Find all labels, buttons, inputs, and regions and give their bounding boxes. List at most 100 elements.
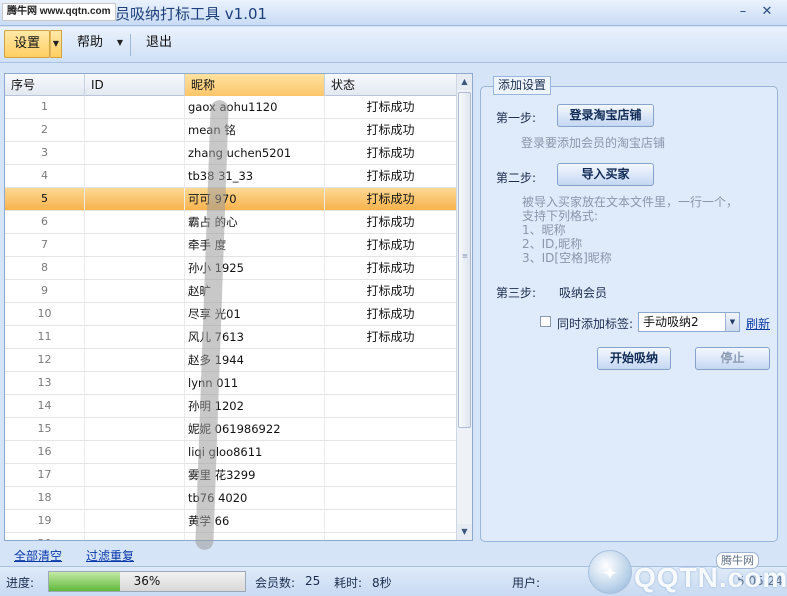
- add-tag-checkbox[interactable]: [540, 316, 551, 327]
- start-button[interactable]: 开始吸纳: [597, 347, 671, 370]
- minimize-button[interactable]: –: [733, 4, 753, 20]
- table-row[interactable]: 18 tb76 4020: [5, 487, 457, 510]
- add-tag-label: 同时添加标签:: [557, 317, 634, 331]
- step3-text: 吸纳会员: [559, 286, 608, 300]
- vertical-scrollbar[interactable]: ▲ ≡ ▼: [456, 74, 472, 540]
- table-row[interactable]: 2 mean 铭打标成功: [5, 119, 457, 142]
- row-number: 10: [5, 303, 85, 325]
- step2-hint-line3: 1、昵称: [522, 223, 566, 237]
- row-number: 1: [5, 96, 85, 118]
- grip-icon: ≡: [462, 252, 468, 260]
- table-row[interactable]: 1 gaox aohu1120 打标成功: [5, 96, 457, 119]
- tag-select-value: 手动吸纳2: [643, 315, 699, 329]
- table-row[interactable]: 20: [5, 533, 457, 540]
- column-header-nick[interactable]: 昵称: [185, 74, 325, 96]
- close-button[interactable]: ✕: [757, 4, 777, 20]
- column-header-id[interactable]: ID: [85, 74, 185, 96]
- table-row[interactable]: 13lynn 011: [5, 372, 457, 395]
- toolbar-separator: [130, 34, 131, 56]
- row-status: 打标成功: [325, 303, 457, 325]
- row-id: [85, 487, 185, 509]
- row-status: [325, 533, 457, 540]
- row-status: 打标成功: [325, 96, 457, 118]
- row-id: [85, 418, 185, 440]
- time-label: 耗时:: [334, 576, 363, 590]
- table-row[interactable]: 4 tb38 31_33 打标成功: [5, 165, 457, 188]
- column-header-status[interactable]: 状态: [325, 74, 457, 96]
- scroll-down-icon[interactable]: ▼: [457, 524, 472, 540]
- row-status: 打标成功: [325, 257, 457, 279]
- scroll-thumb[interactable]: ≡: [458, 92, 471, 428]
- row-number: 12: [5, 349, 85, 371]
- row-status: 打标成功: [325, 142, 457, 164]
- star-logo-icon: ✦: [588, 550, 632, 594]
- clear-all-link[interactable]: 全部清空: [14, 547, 62, 564]
- row-id: [85, 142, 185, 164]
- row-nickname: tb38 31_33: [185, 165, 325, 187]
- watermark-bubble: 腾牛网: [716, 552, 759, 569]
- row-id: [85, 510, 185, 532]
- settings-button[interactable]: 设置: [4, 30, 50, 58]
- table-row[interactable]: 14孙明 1202: [5, 395, 457, 418]
- table-row[interactable]: 9 赵旷 打标成功: [5, 280, 457, 303]
- row-id: [85, 441, 185, 463]
- row-status: 打标成功: [325, 280, 457, 302]
- table-row[interactable]: 7牵手 度打标成功: [5, 234, 457, 257]
- row-status: 打标成功: [325, 188, 457, 210]
- row-nickname: gaox aohu1120: [185, 96, 325, 118]
- row-id: [85, 119, 185, 141]
- tag-select[interactable]: 手动吸纳2 ▼: [638, 312, 740, 332]
- table-row[interactable]: 8 孙小 1925 打标成功: [5, 257, 457, 280]
- progress-label: 进度:: [6, 576, 35, 590]
- table-row[interactable]: 16 liqi gloo8611: [5, 441, 457, 464]
- table-row[interactable]: 19黄学 66: [5, 510, 457, 533]
- row-id: [85, 257, 185, 279]
- scroll-up-icon[interactable]: ▲: [457, 74, 472, 90]
- table-row[interactable]: 10 尽享 光01 打标成功: [5, 303, 457, 326]
- watermark-text: QQTN.com: [634, 562, 787, 593]
- row-status: [325, 464, 457, 486]
- settings-dropdown-icon[interactable]: ▼: [50, 30, 62, 58]
- exit-button[interactable]: 退出: [140, 30, 178, 58]
- row-id: [85, 464, 185, 486]
- panel-title: 添加设置: [493, 76, 552, 95]
- time-value: 8秒: [372, 576, 392, 590]
- table-row[interactable]: 11 风儿 7613 打标成功: [5, 326, 457, 349]
- chevron-down-icon[interactable]: ▼: [725, 313, 739, 331]
- row-id: [85, 188, 185, 210]
- help-button[interactable]: 帮助: [70, 30, 110, 58]
- progress-percent: 36%: [133, 574, 161, 588]
- table-row[interactable]: 15 妮妮 061986922: [5, 418, 457, 441]
- site-badge: 腾牛网 www.qqtn.com: [2, 3, 116, 21]
- row-status: 打标成功: [325, 234, 457, 256]
- row-id: [85, 533, 185, 540]
- login-shop-button[interactable]: 登录淘宝店铺: [557, 104, 654, 127]
- row-id: [85, 395, 185, 417]
- refresh-link[interactable]: 刷新: [746, 315, 770, 332]
- row-number: 2: [5, 119, 85, 141]
- table-row[interactable]: 6 霸占 的心 打标成功: [5, 211, 457, 234]
- step3-label: 第三步:: [496, 286, 537, 300]
- help-dropdown-icon[interactable]: ▼: [114, 30, 126, 58]
- row-nickname: mean 铭: [185, 119, 325, 141]
- table-row[interactable]: 3 zhang uchen5201 打标成功: [5, 142, 457, 165]
- row-number: 3: [5, 142, 85, 164]
- title-bar: 腾牛网 www.qqtn.com 员吸纳打标工具 v1.01 – ✕: [0, 0, 787, 26]
- row-id: [85, 234, 185, 256]
- row-id: [85, 280, 185, 302]
- qqtn-watermark: ✦ QQTN.com 腾牛网: [588, 548, 787, 596]
- table-row[interactable]: 17 雾里 花3299: [5, 464, 457, 487]
- step2-hint-line1: 被导入买家放在文本文件里，一行一个，: [522, 195, 739, 209]
- filter-duplicates-link[interactable]: 过滤重复: [86, 547, 134, 564]
- step1-hint: 登录要添加会员的淘宝店铺: [521, 136, 666, 150]
- row-number: 20: [5, 533, 85, 540]
- import-buyers-button[interactable]: 导入买家: [557, 163, 654, 186]
- stop-button[interactable]: 停止: [695, 347, 770, 370]
- row-number: 14: [5, 395, 85, 417]
- column-header-no[interactable]: 序号: [5, 74, 85, 96]
- row-status: [325, 510, 457, 532]
- table-row[interactable]: 5 可可 970 打标成功: [5, 188, 457, 211]
- row-number: 15: [5, 418, 85, 440]
- row-nickname: zhang uchen5201: [185, 142, 325, 164]
- table-row[interactable]: 12 赵多 1944: [5, 349, 457, 372]
